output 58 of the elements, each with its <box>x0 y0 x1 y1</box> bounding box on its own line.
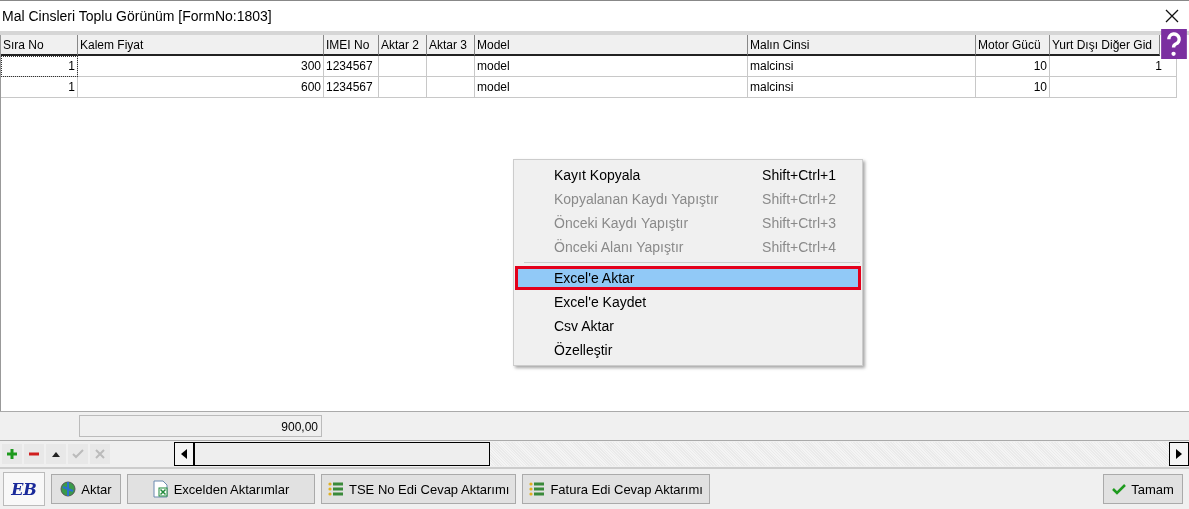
table-cell: 10 <box>976 56 1050 77</box>
toolbar-button[interactable]: Aktar <box>51 474 121 504</box>
check-icon <box>72 448 84 460</box>
horizontal-scrollbar[interactable] <box>174 442 1189 466</box>
close-icon[interactable] <box>1165 9 1179 23</box>
toolbar-button[interactable]: Excelden Aktarımlar <box>127 474 315 504</box>
menu-item[interactable]: Csv Aktar <box>515 314 861 338</box>
table-cell: model <box>475 77 748 98</box>
list-icon <box>328 481 344 497</box>
table-cell: model <box>475 56 748 77</box>
logo[interactable]: EB <box>3 472 45 506</box>
column-header[interactable]: Aktar 2 <box>379 35 427 56</box>
toolbar-button[interactable]: Fatura Edi Cevap Aktarımı <box>522 474 710 504</box>
column-header[interactable]: Kalem Fiyat <box>78 35 324 56</box>
column-header[interactable]: Aktar 3 <box>427 35 475 56</box>
menu-item[interactable]: Kayıt Kopyala Shift+Ctrl+1 <box>515 163 861 187</box>
triangle-left-icon <box>181 449 187 459</box>
table-cell: 10 <box>976 77 1050 98</box>
table-cell: 1 <box>1 77 78 98</box>
add-row-button[interactable] <box>2 444 22 464</box>
scroll-left-button[interactable] <box>174 442 194 466</box>
table-cell: 1234567 <box>324 56 379 77</box>
help-icon[interactable] <box>1159 29 1189 59</box>
table-cell: 300 <box>78 56 324 77</box>
table-cell: 600 <box>78 77 324 98</box>
spreadsheet-icon <box>152 480 169 498</box>
table-cell <box>427 56 475 77</box>
menu-item[interactable]: Excel'e Kaydet <box>515 290 861 314</box>
remove-row-button[interactable] <box>24 444 44 464</box>
triangle-right-icon <box>1176 449 1182 459</box>
table-cell <box>379 56 427 77</box>
column-header[interactable]: Motor Gücü <box>976 35 1050 56</box>
ok-button[interactable]: Tamam <box>1103 474 1183 504</box>
table-cell <box>427 77 475 98</box>
menu-item[interactable]: Özelleştir <box>515 338 861 362</box>
table-cell: 1234567 <box>324 77 379 98</box>
plus-icon <box>6 448 18 460</box>
table-cell <box>379 77 427 98</box>
table-cell: 1 <box>1 56 78 77</box>
check-icon <box>1112 483 1127 495</box>
list-icon <box>529 481 546 497</box>
column-header[interactable]: Yurt Dışı Diğer Gid <box>1050 35 1160 56</box>
triangle-up-icon <box>51 450 61 458</box>
column-header[interactable]: Model <box>475 35 748 56</box>
column-header[interactable]: IMEI No <box>324 35 379 56</box>
scroll-thumb[interactable] <box>194 442 490 466</box>
table-cell: malcinsi <box>748 56 976 77</box>
total-field: 900,00 <box>79 415 322 437</box>
window-title: Mal Cinsleri Toplu Görünüm [FormNo:1803] <box>2 8 272 24</box>
x-icon <box>94 448 106 460</box>
table-cell: malcinsi <box>748 77 976 98</box>
column-header[interactable]: Sıra No <box>1 35 78 56</box>
menu-item[interactable]: Excel'e Aktar <box>515 266 861 290</box>
scroll-right-button[interactable] <box>1169 442 1189 466</box>
toolbar-button[interactable]: TSE No Edi Cevap Aktarımı <box>321 474 517 504</box>
column-header[interactable]: Malın Cinsi <box>748 35 976 56</box>
move-up-button[interactable] <box>46 444 66 464</box>
globe-icon <box>60 481 77 497</box>
